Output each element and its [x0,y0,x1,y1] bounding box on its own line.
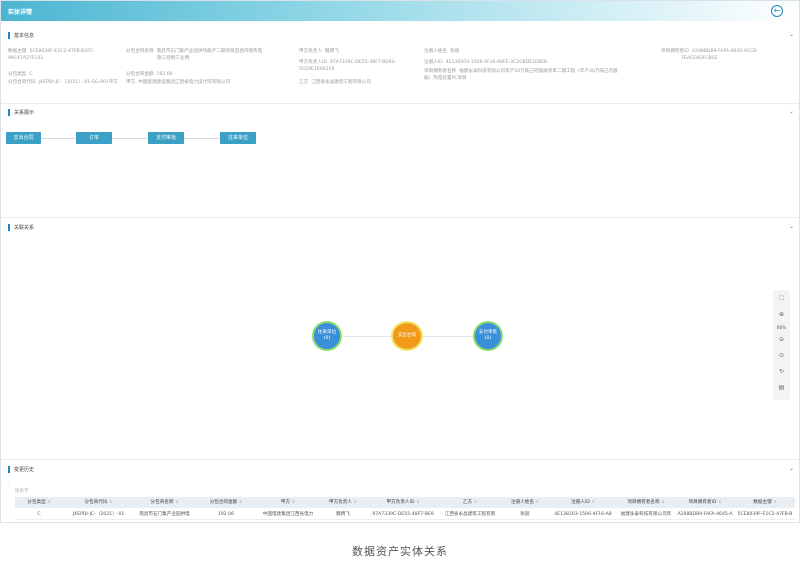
refresh-icon[interactable]: ↻ [773,368,790,375]
info-sub-name: 分包合同名称 南昌市石门集产业园供热能产二期项目直径内燃热电 施工控制工业用 [126,49,263,61]
chevron-down-icon[interactable]: ⌄ [789,31,794,38]
table-cell: 192.06 [217,512,235,517]
col-header[interactable]: 分包商代码 ⇅ [63,497,134,508]
col-header[interactable]: 甲方负责人 ⇅ [319,497,367,508]
table-cell: 南昌市石门集产业园供电 [139,512,190,517]
col-header[interactable]: 项目拥有者ID ⇅ [675,497,735,508]
flow-connector [112,138,148,139]
info-project-owner-name: 项目拥有者名称 福建永泰科技有限公司年产50万吨己内酰胺项目二期工程（年产30万吨… [424,69,618,81]
arrow-left-icon: ← [773,6,781,15]
section-marker [8,224,10,231]
flow-connector [184,138,220,139]
table-search-input[interactable]: 搜索字 [15,488,29,494]
info-sub-type: 分包类型 C [8,72,33,77]
col-header[interactable]: 甲方 ⇅ [257,497,319,508]
table-cell: 97A7339C-DE55-48F7-BE9 [372,512,434,517]
entity-detail-window: 实体详情 ← 基本信息 ⌄ 数据主键 5CE8039F-E1C2-47FB-B2F… [0,0,800,523]
table-cell: JXEPDI-JC-（2021）-01 [72,512,125,517]
info-sub-amount: 分包合同金额 192.06 [126,72,173,77]
chevron-down-icon[interactable]: ⌄ [789,465,794,472]
flow-node-order[interactable]: 订单 [76,132,112,144]
section-title: 变更历史 [14,467,35,473]
section-associated[interactable]: 关联关系 ⌄ [8,223,794,233]
info-party-a: 甲方 中国能源建设集团江西省电力设计院有限公司 [126,80,231,85]
zoom-out-icon[interactable]: ⊖ [773,336,790,343]
download-icon[interactable]: ⊙ [773,352,790,359]
divider [1,217,799,218]
flow-connector [41,138,76,139]
graph-edge [423,336,473,337]
export-icon[interactable]: ▤ [773,384,790,391]
scroll-handle-icon[interactable]: ⋮ [6,479,10,484]
flow-node-expense-contract[interactable]: 支出合同 [6,132,41,144]
flow-node-payment-approval[interactable]: 支付审批 [148,132,184,144]
graph-edge [343,336,391,337]
info-sub-code: 分包合同代码 JXEPDI-JC-（2021）-01-SG-001平方 [8,80,118,85]
info-party-a-owner: 甲方负责人 魏明飞 [299,49,339,54]
table-row[interactable]: C JXEPDI-JC-（2021）-01 南昌市石门集产业园供电 192.06… [15,510,795,520]
divider [1,103,799,104]
table-header: 分包类型 ⇅ 分包商代码 ⇅ 分包商名称 ⇅ 分包合同金额 ⇅ 甲方 ⇅ 甲方负责人 ⇅ 甲… [15,497,795,508]
col-header[interactable]: 注册人ID ⇅ [549,497,617,508]
info-registrant-id: 注册人ID 4E138303-1506-4F16-A8FE-3C2CBDE1EBE… [424,60,548,65]
col-header[interactable]: 分包合同金额 ⇅ [195,497,257,508]
col-header[interactable]: 乙方 ⇅ [439,497,501,508]
graph-node-payment-approval[interactable]: 支付审批 (0) [473,321,503,351]
table-cell: 中国电建集团江西省电力 [262,512,314,517]
table-cell: 5CE8039F-E1C2-47FB-B [737,512,793,517]
col-header[interactable]: 甲方负责人ID ⇅ [367,497,439,508]
table-cell: A298BDB9-FAFA-4645-A [677,512,733,517]
section-change-history[interactable]: 变更历史 ⌄ [8,465,794,475]
section-relation-display[interactable]: 关系展示 ⌄ [8,108,794,118]
info-project-owner-id: 项目拥有者ID A298BDB9-FAFA-4645-ACCB- 7EACEADF… [661,49,759,61]
table-cell: C [37,512,41,517]
info-party-a-owner-id: 甲方负责人ID 97A7339C-DE55-48F7-BE93- 5CE9E16A… [299,60,396,72]
section-title: 关系展示 [14,110,35,116]
flow-node-counterparty[interactable]: 往来单位 [220,132,256,144]
divider [1,459,799,460]
table-cell: 4E138303-1506-4F16-A8 [554,512,612,517]
section-title: 关联关系 [14,225,35,231]
table-cell: 张丽 [520,512,530,517]
table-cell: 江西省永晶建筑工程有限 [444,512,496,517]
info-data-key: 数据主键 5CE8039F-E1C2-47FB-B2FC- 99C47A27F15… [8,49,95,61]
window-title: 实体详情 [8,9,33,16]
zoom-level: 80% [777,325,786,330]
title-bar: 实体详情 ← [1,1,799,21]
section-marker [8,109,10,116]
section-title: 基本信息 [14,33,35,39]
col-header[interactable]: 分包商名称 ⇅ [134,497,195,508]
graph-toolbar: ⛶ ⊕ 80% ⊖ ⊙ ↻ ▤ [773,290,790,400]
chevron-down-icon[interactable]: ⌄ [789,223,794,230]
info-party-b: 乙方 江西省永晶建筑工程有限公司 [299,80,371,85]
section-basic-info[interactable]: 基本信息 ⌄ [8,31,794,41]
col-header[interactable]: 数据主键 ⇅ [735,497,795,508]
section-marker [8,466,10,473]
back-button[interactable]: ← [771,5,783,17]
col-header[interactable]: 分包类型 ⇅ [15,497,63,508]
graph-node-counterparty[interactable]: 往来单位 (0) [312,321,342,351]
zoom-in-icon[interactable]: ⊕ [773,311,790,318]
section-marker [8,32,10,39]
chevron-down-icon[interactable]: ⌄ [789,108,794,115]
col-header[interactable]: 注册人姓名 ⇅ [501,497,549,508]
table-cell: 福建永泰科技有限公司年 [620,512,672,517]
fit-view-icon[interactable]: ⛶ [773,295,790,303]
figure-caption: 数据资产实体关系 [352,545,448,558]
table-cell: 魏明飞 [336,512,350,517]
col-header[interactable]: 项目拥有者名称 ⇅ [617,497,675,508]
graph-node-expense-contract[interactable]: 支出合同 [391,321,423,351]
info-registrant-name: 注册人姓名 张丽 [424,49,460,54]
